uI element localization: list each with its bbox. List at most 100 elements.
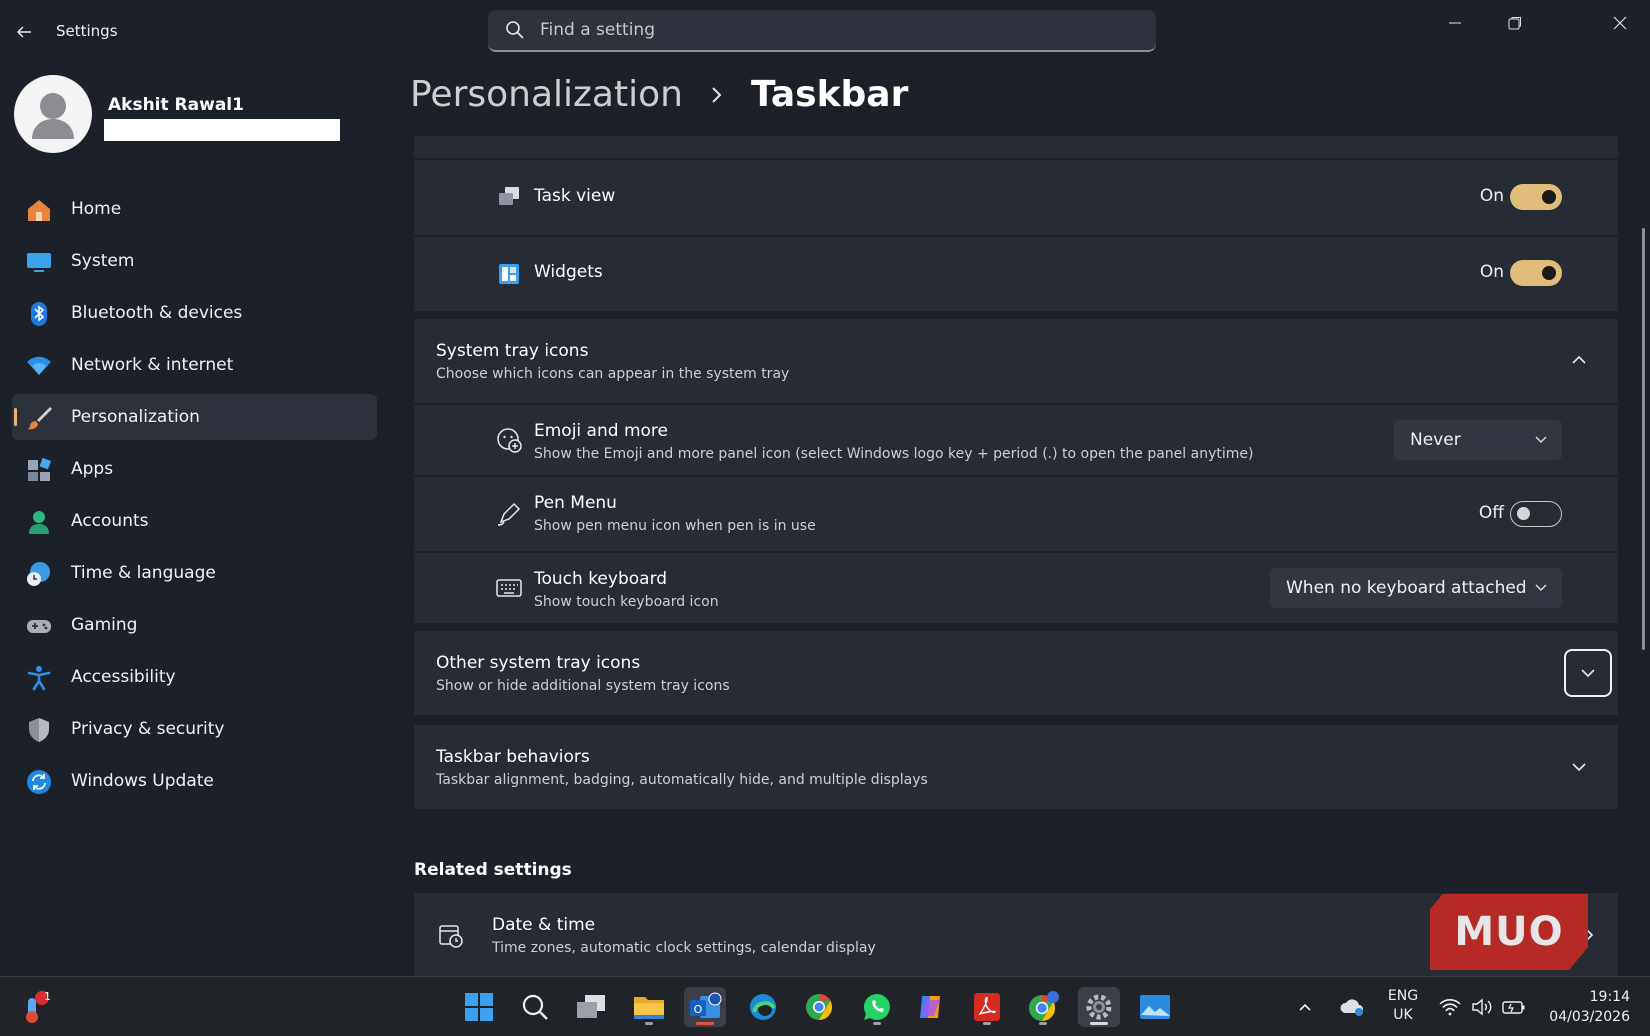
sidebar-nav: Home System Bluetooth & devices Network …	[12, 186, 377, 810]
sidebar-item-accounts[interactable]: Accounts	[12, 498, 377, 544]
calendar-clock-icon	[438, 923, 464, 949]
outlook-app[interactable]: O	[684, 987, 726, 1027]
search-input[interactable]	[540, 20, 1100, 40]
image-icon	[1140, 995, 1170, 1019]
page-title: Taskbar	[750, 74, 909, 115]
sidebar-item-label: Time & language	[71, 563, 216, 583]
sidebar-item-personalization[interactable]: Personalization	[12, 394, 377, 440]
restore-button[interactable]	[1492, 8, 1538, 38]
edge-app[interactable]	[742, 987, 784, 1027]
search-icon	[504, 19, 526, 41]
minimize-button[interactable]	[1432, 8, 1478, 38]
expand-button[interactable]	[1564, 649, 1612, 697]
taskbar-taskview-button[interactable]	[570, 987, 612, 1027]
language-indicator[interactable]: ENG UK	[1386, 987, 1420, 1025]
close-button[interactable]	[1597, 8, 1643, 38]
settings-app[interactable]	[1078, 987, 1120, 1027]
copilot-app[interactable]	[910, 987, 952, 1027]
avatar[interactable]	[14, 75, 92, 153]
whatsapp-app[interactable]	[856, 987, 898, 1027]
other-tray-row[interactable]: Other system tray icons Show or hide add…	[414, 631, 1618, 715]
search-icon	[522, 994, 548, 1020]
clock[interactable]: 19:14 04/03/2026	[1549, 987, 1630, 1027]
acrobat-app[interactable]	[966, 987, 1008, 1027]
sidebar-item-accessibility[interactable]: Accessibility	[12, 654, 377, 700]
back-button[interactable]	[10, 18, 38, 46]
taskbar-behaviors-title: Taskbar behaviors	[436, 747, 590, 767]
sidebar-item-system[interactable]: System	[12, 238, 377, 284]
system-icon	[27, 253, 51, 272]
sidebar-item-label: Network & internet	[71, 355, 234, 375]
task-view-toggle[interactable]	[1510, 184, 1562, 210]
outlook-icon: O	[690, 992, 722, 1018]
taskbar-search-button[interactable]	[514, 987, 556, 1027]
touch-keyboard-title: Touch keyboard	[534, 569, 668, 589]
breadcrumb: Personalization Taskbar	[410, 74, 908, 115]
task-view-label: Task view	[534, 186, 616, 206]
gamepad-icon	[27, 620, 51, 633]
chrome-icon	[1029, 991, 1059, 1022]
widgets-toggle[interactable]	[1510, 260, 1562, 286]
file-explorer-app[interactable]	[628, 987, 670, 1027]
chevron-up-icon[interactable]	[1568, 349, 1590, 371]
wifi-tray-icon[interactable]	[1434, 987, 1466, 1027]
sidebar-item-label: Accounts	[71, 511, 149, 531]
bluetooth-icon	[31, 302, 47, 326]
sidebar-item-label: Gaming	[71, 615, 138, 635]
emoji-dropdown[interactable]: Never	[1394, 420, 1562, 460]
taskbar-behaviors-subtitle: Taskbar alignment, badging, automaticall…	[436, 772, 928, 788]
chevron-down-icon[interactable]	[1568, 756, 1590, 778]
chrome-profile-app[interactable]	[1022, 987, 1064, 1027]
touch-keyboard-dropdown[interactable]: When no keyboard attached	[1270, 568, 1562, 608]
sidebar-item-label: Privacy & security	[71, 719, 225, 739]
pen-menu-toggle[interactable]	[1510, 501, 1562, 527]
sidebar-item-gaming[interactable]: Gaming	[12, 602, 377, 648]
sidebar-item-windows-update[interactable]: Windows Update	[12, 758, 377, 804]
battery-icon	[1502, 1001, 1525, 1014]
weather-widget[interactable]: 1	[12, 987, 54, 1027]
system-tray-subtitle: Choose which icons can appear in the sys…	[436, 366, 790, 382]
touch-keyboard-row[interactable]: Touch keyboard Show touch keyboard icon …	[414, 553, 1618, 623]
clock-time: 19:14	[1589, 989, 1630, 1005]
pen-menu-title: Pen Menu	[534, 493, 617, 513]
pen-icon	[496, 501, 522, 527]
sidebar-item-time-language[interactable]: Time & language	[12, 550, 377, 596]
sidebar-item-label: Windows Update	[71, 771, 214, 791]
chevron-right-icon	[707, 85, 727, 105]
sidebar-item-bluetooth[interactable]: Bluetooth & devices	[12, 290, 377, 336]
chrome-app[interactable]	[798, 987, 840, 1027]
emoji-row[interactable]: Emoji and more Show the Emoji and more p…	[414, 405, 1618, 475]
show-hidden-icons-button[interactable]	[1290, 987, 1320, 1027]
widgets-row[interactable]: Widgets On	[414, 237, 1618, 311]
breadcrumb-parent[interactable]: Personalization	[410, 74, 683, 115]
sidebar-item-apps[interactable]: Apps	[12, 446, 377, 492]
battery-tray-icon[interactable]	[1498, 987, 1530, 1027]
volume-tray-icon[interactable]	[1466, 987, 1498, 1027]
windows-taskbar: 1 O ENG UK 19:14 04/03/2026	[0, 976, 1650, 1036]
pen-menu-row[interactable]: Pen Menu Show pen menu icon when pen is …	[414, 477, 1618, 551]
widgets-icon	[496, 261, 522, 287]
start-button[interactable]	[458, 987, 500, 1027]
taskbar-behaviors-row[interactable]: Taskbar behaviors Taskbar alignment, bad…	[414, 725, 1618, 809]
emoji-dropdown-value: Never	[1410, 430, 1461, 450]
task-view-row[interactable]: Task view On	[414, 160, 1618, 235]
task-view-icon	[496, 184, 522, 210]
scrollbar[interactable]	[1642, 228, 1645, 650]
photos-app[interactable]	[1134, 987, 1176, 1027]
restore-icon	[1508, 17, 1521, 30]
search-box[interactable]	[488, 10, 1156, 52]
system-tray-header[interactable]: System tray icons Choose which icons can…	[414, 319, 1618, 403]
speaker-icon	[1472, 998, 1492, 1016]
emoji-title: Emoji and more	[534, 421, 668, 441]
windows-logo-icon	[465, 993, 493, 1021]
onedrive-tray-icon[interactable]	[1336, 987, 1368, 1027]
other-tray-subtitle: Show or hide additional system tray icon…	[436, 678, 730, 694]
accessibility-icon	[27, 666, 51, 691]
sidebar-item-privacy-security[interactable]: Privacy & security	[12, 706, 377, 752]
close-icon	[1613, 16, 1627, 30]
wifi-icon	[1439, 999, 1461, 1016]
sidebar-item-home[interactable]: Home	[12, 186, 377, 232]
sidebar-item-label: Apps	[71, 459, 114, 479]
app-title: Settings	[56, 22, 118, 40]
sidebar-item-network[interactable]: Network & internet	[12, 342, 377, 388]
